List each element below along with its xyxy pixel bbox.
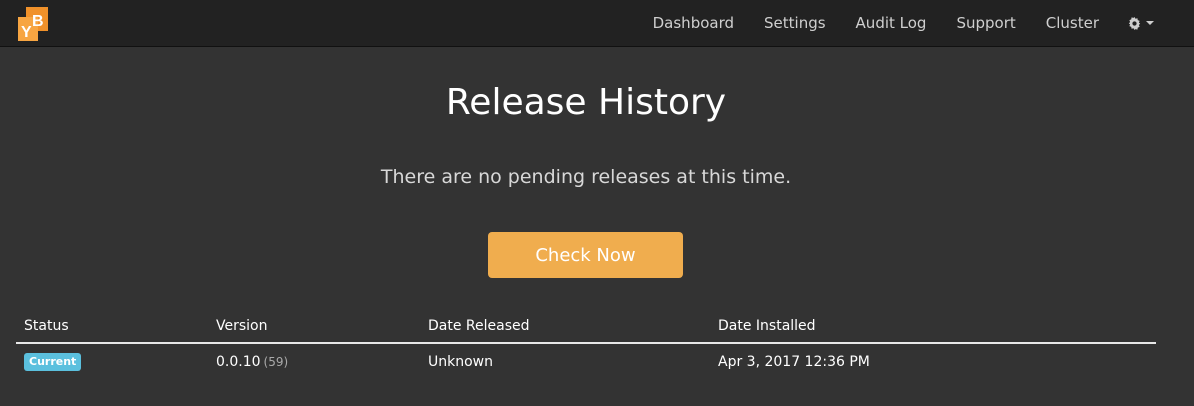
- svg-text:Y: Y: [21, 24, 32, 41]
- nav-links: Dashboard Settings Audit Log Support Clu…: [638, 0, 1194, 46]
- release-history-table: Status Version Date Released Date Instal…: [16, 310, 1156, 380]
- header-version: Version: [208, 310, 420, 344]
- header-date-installed: Date Installed: [710, 310, 1156, 344]
- page-title: Release History: [445, 82, 727, 123]
- version-cell: 0.0.10 (59): [208, 343, 420, 380]
- table-row: Current 0.0.10 (59) Unknown Apr 3, 2017 1…: [16, 343, 1156, 380]
- status-badge: Current: [24, 353, 82, 371]
- nav-settings[interactable]: Settings: [749, 0, 841, 46]
- pending-releases-message: There are no pending releases at this ti…: [380, 166, 792, 188]
- check-now-button[interactable]: Check Now: [488, 232, 683, 278]
- status-cell: Current: [16, 343, 208, 380]
- gear-icon: [1128, 16, 1141, 30]
- settings-dropdown[interactable]: [1114, 16, 1194, 30]
- chevron-down-icon: [1146, 21, 1154, 25]
- date-released-cell: Unknown: [428, 354, 493, 370]
- nav-audit-log[interactable]: Audit Log: [841, 0, 942, 46]
- version-number: 0.0.10: [216, 354, 261, 370]
- table-header-row: Status Version Date Released Date Instal…: [16, 310, 1156, 344]
- date-installed-cell: Apr 3, 2017 12:36 PM: [718, 354, 870, 370]
- replicated-logo[interactable]: Y B: [16, 7, 52, 41]
- header-date-released: Date Released: [420, 310, 710, 344]
- top-navbar: Y B Dashboard Settings Audit Log Support…: [0, 0, 1194, 47]
- svg-text:B: B: [32, 13, 44, 30]
- header-status: Status: [16, 310, 208, 344]
- nav-support[interactable]: Support: [941, 0, 1030, 46]
- nav-cluster[interactable]: Cluster: [1031, 0, 1114, 46]
- build-number: (59): [263, 355, 289, 369]
- nav-dashboard[interactable]: Dashboard: [638, 0, 749, 46]
